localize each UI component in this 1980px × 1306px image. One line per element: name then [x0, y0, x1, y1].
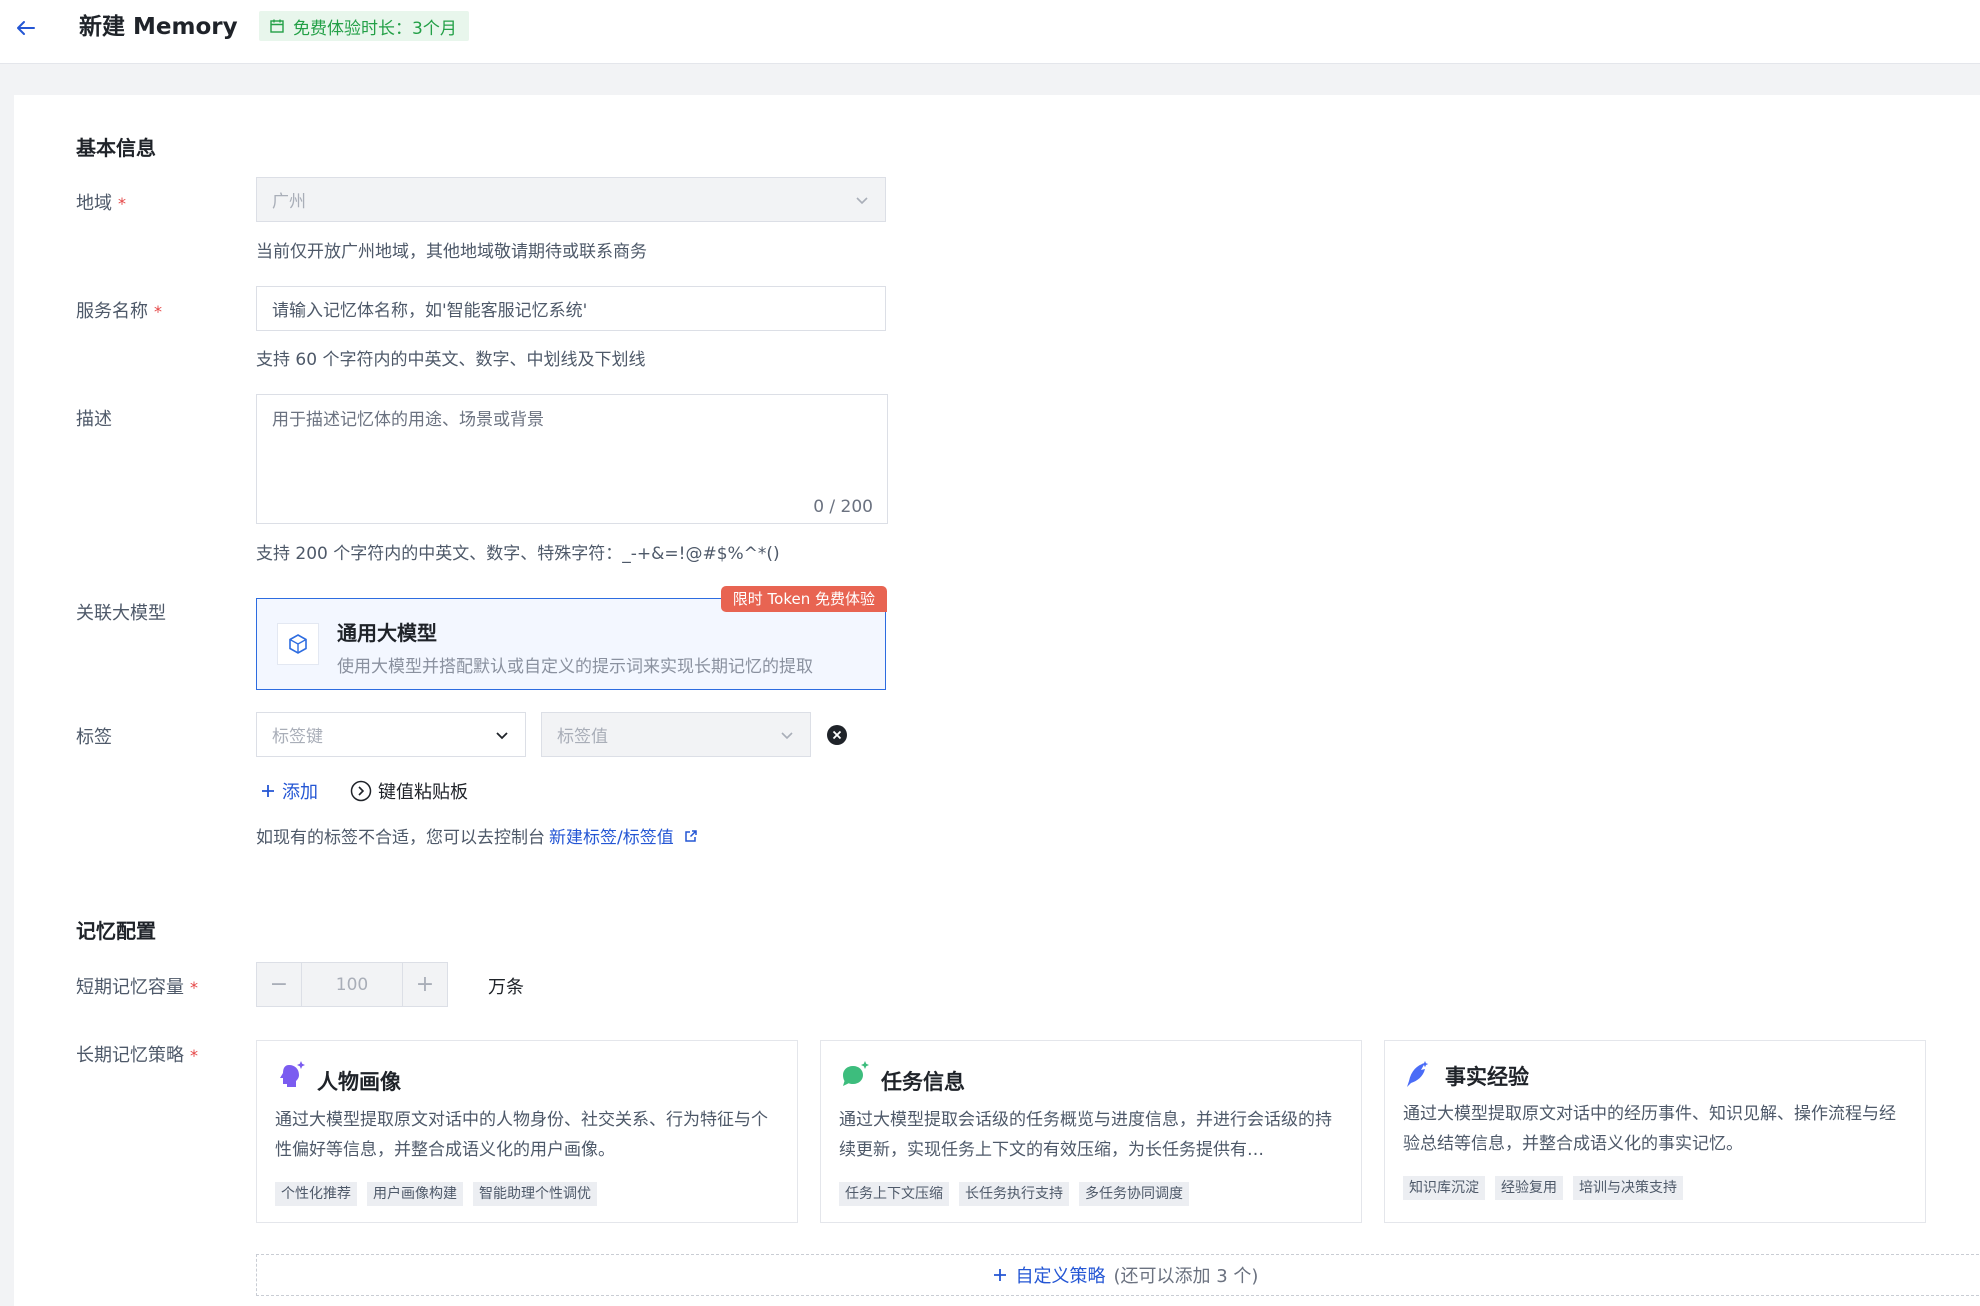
add-custom-strategy-button[interactable]: 自定义策略 (还可以添加 3 个) [256, 1254, 1980, 1296]
strategy-card-fact[interactable]: 事实经验 通过大模型提取原文对话中的经历事件、知识见解、操作流程与经验总结等信息… [1384, 1040, 1926, 1223]
strategy-tag: 长任务执行支持 [959, 1182, 1069, 1206]
strategy-tags: 个性化推荐 用户画像构建 智能助理个性调优 [275, 1182, 597, 1206]
strategy-card-task[interactable]: 任务信息 通过大模型提取会话级的任务概览与进度信息，并进行会话级的持续更新，实现… [820, 1040, 1362, 1223]
model-option-card[interactable]: 通用大模型 使用大模型并搭配默认或自定义的提示词来实现长期记忆的提取 限时 To… [256, 586, 887, 690]
strategy-title: 事实经验 [1445, 1065, 1529, 1089]
calendar-icon [269, 18, 285, 34]
strategy-tag: 智能助理个性调优 [473, 1182, 597, 1206]
description-label: 描述 [76, 409, 112, 430]
strategy-tag: 培训与决策支持 [1573, 1176, 1683, 1200]
strategy-tag: 任务上下文压缩 [839, 1182, 949, 1206]
chevron-down-icon [855, 193, 869, 207]
add-tag-label: 添加 [282, 782, 318, 803]
region-select[interactable]: 广州 [256, 177, 886, 222]
tag-key-select[interactable]: 标签键 [256, 712, 526, 757]
paste-board-button[interactable]: 键值粘贴板 [350, 778, 468, 804]
page-title: 新建 Memory [79, 14, 238, 40]
plus-icon [992, 1267, 1008, 1283]
model-desc: 使用大模型并搭配默认或自定义的提示词来实现长期记忆的提取 [337, 657, 813, 677]
trial-badge: 免费体验时长：3个月 [259, 11, 469, 41]
add-strategy-note: (还可以添加 3 个) [1113, 1266, 1259, 1287]
strategy-tag: 个性化推荐 [275, 1182, 357, 1206]
description-textarea[interactable]: 用于描述记忆体的用途、场景或背景 0 / 200 [256, 394, 888, 524]
strategy-card-persona[interactable]: 人物画像 通过大模型提取原文对话中的人物身份、社交关系、行为特征与个性偏好等信息… [256, 1040, 798, 1223]
strategy-tag: 用户画像构建 [367, 1182, 463, 1206]
strategy-desc: 通过大模型提取原文对话中的经历事件、知识见解、操作流程与经验总结等信息，并整合成… [1403, 1104, 1896, 1154]
arrow-circle-icon [350, 780, 372, 802]
tag-value-select[interactable]: 标签值 [541, 712, 811, 757]
decrement-button[interactable]: − [256, 962, 302, 1007]
short-term-label: 短期记忆容量 * [76, 977, 198, 998]
increment-button[interactable]: + [402, 962, 448, 1007]
promo-tag: 限时 Token 免费体验 [720, 586, 887, 612]
feather-icon [1403, 1059, 1435, 1091]
new-tag-link[interactable]: 新建标签/标签值 [549, 823, 674, 848]
capacity-unit: 万条 [488, 977, 524, 998]
strategy-tag: 知识库沉淀 [1403, 1176, 1485, 1200]
description-help: 支持 200 个字符内的中英文、数字、特殊字符：_-+&=!@#$%^*() [256, 544, 780, 564]
paste-board-label: 键值粘贴板 [378, 782, 468, 803]
section-title-basic: 基本信息 [76, 136, 156, 160]
top-bar: 新建 Memory 免费体验时长：3个月 [0, 0, 1980, 64]
form-card: 基本信息 地域 * 广州 当前仅开放广州地域，其他地域敬请期待或联系商务 服务名称… [14, 95, 1980, 1306]
tag-hint-text: 如现有的标签不合适，您可以去控制台 [256, 828, 545, 848]
tag-key-placeholder: 标签键 [272, 727, 323, 747]
task-bubble-icon [839, 1059, 871, 1091]
strategy-title: 任务信息 [881, 1070, 965, 1094]
persona-icon [275, 1059, 307, 1091]
model-label: 关联大模型 [76, 603, 166, 624]
strategy-title: 人物画像 [317, 1070, 401, 1094]
plus-icon [260, 783, 276, 799]
cube-icon [277, 623, 319, 665]
strategy-desc: 通过大模型提取会话级的任务概览与进度信息，并进行会话级的持续更新，实现任务上下文… [839, 1110, 1332, 1160]
strategy-desc: 通过大模型提取原文对话中的人物身份、社交关系、行为特征与个性偏好等信息，并整合成… [275, 1110, 768, 1160]
region-value: 广州 [272, 192, 306, 212]
service-name-help: 支持 60 个字符内的中英文、数字、中划线及下划线 [256, 350, 646, 370]
add-strategy-label: 自定义策略 [1015, 1266, 1106, 1287]
back-arrow-icon[interactable] [12, 14, 40, 42]
chevron-down-icon [495, 728, 509, 742]
model-title: 通用大模型 [337, 621, 437, 645]
strategy-tag: 经验复用 [1495, 1176, 1563, 1200]
region-help: 当前仅开放广州地域，其他地域敬请期待或联系商务 [256, 242, 647, 262]
strategy-tags: 任务上下文压缩 长任务执行支持 多任务协同调度 [839, 1182, 1189, 1206]
tag-hint: 如现有的标签不合适，您可以去控制台 新建标签/标签值 [256, 823, 698, 848]
capacity-stepper[interactable]: − 100 + [256, 962, 448, 1007]
char-counter: 0 / 200 [813, 497, 873, 517]
section-title-memory: 记忆配置 [76, 919, 156, 943]
strategy-tag: 多任务协同调度 [1079, 1182, 1189, 1206]
chevron-down-icon [780, 728, 794, 742]
add-tag-button[interactable]: 添加 [260, 778, 318, 804]
external-link-icon[interactable] [684, 829, 698, 843]
service-name-label: 服务名称 * [76, 301, 162, 322]
description-placeholder: 用于描述记忆体的用途、场景或背景 [272, 410, 544, 430]
region-label: 地域 * [76, 193, 126, 214]
trial-badge-text: 免费体验时长：3个月 [293, 18, 457, 39]
tags-label: 标签 [76, 727, 112, 748]
tag-value-placeholder: 标签值 [557, 727, 608, 747]
long-term-label: 长期记忆策略 * [76, 1045, 198, 1066]
remove-tag-icon[interactable] [826, 724, 848, 746]
capacity-value[interactable]: 100 [302, 962, 402, 1007]
strategy-tags: 知识库沉淀 经验复用 培训与决策支持 [1403, 1176, 1683, 1200]
service-name-input[interactable]: 请输入记忆体名称，如'智能客服记忆系统' [256, 286, 886, 331]
